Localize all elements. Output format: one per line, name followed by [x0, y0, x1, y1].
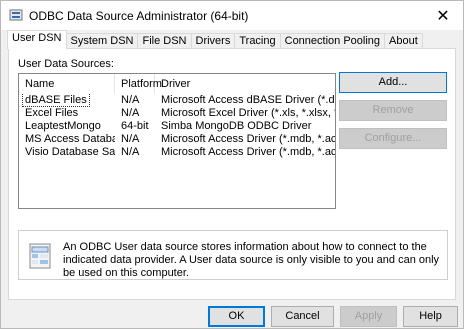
remove-button[interactable]: Remove: [339, 100, 447, 121]
column-header-platform[interactable]: Platform: [115, 74, 162, 94]
tab-tracing[interactable]: Tracing: [234, 33, 281, 49]
tab-strip: User DSN System DSN File DSN Drivers Tra…: [7, 30, 423, 49]
item-name: Excel Files: [25, 107, 79, 119]
apply-button[interactable]: Apply: [340, 306, 397, 327]
item-platform: 64-bit: [121, 120, 149, 132]
column-header-driver[interactable]: Driver: [155, 74, 335, 94]
tab-about[interactable]: About: [384, 33, 423, 49]
tab-connection-pooling[interactable]: Connection Pooling: [279, 33, 386, 49]
tab-system-dsn[interactable]: System DSN: [65, 33, 139, 49]
data-source-info-icon: [29, 243, 51, 269]
configure-button[interactable]: Configure...: [339, 128, 447, 149]
info-box: An ODBC User data source stores informat…: [18, 230, 448, 280]
item-driver: Microsoft Access Driver (*.mdb, *.accdb): [161, 133, 335, 145]
item-name: Visio Database Samples: [25, 146, 115, 158]
item-name: LeaptestMongo: [25, 120, 101, 132]
item-driver: Microsoft Access Driver (*.mdb, *.accdb): [161, 146, 335, 158]
user-data-sources-label: User Data Sources:: [18, 58, 114, 70]
list-item[interactable]: dBASE Files N/A Microsoft Access dBASE D…: [19, 94, 335, 107]
item-platform: N/A: [121, 94, 140, 106]
item-platform: N/A: [121, 133, 140, 145]
item-name: MS Access Database: [25, 133, 115, 145]
window-title: ODBC Data Source Administrator (64-bit): [29, 9, 249, 23]
add-button[interactable]: Add...: [339, 72, 447, 93]
cancel-button[interactable]: Cancel: [271, 306, 334, 327]
odbc-admin-window: ODBC Data Source Administrator (64-bit) …: [0, 0, 464, 329]
odbc-app-icon: [9, 9, 23, 21]
data-sources-list[interactable]: Name Platform Driver dBASE Files N/A Mic…: [18, 73, 336, 209]
item-driver: Microsoft Excel Driver (*.xls, *.xlsx, *…: [161, 107, 335, 119]
item-platform: N/A: [121, 107, 140, 119]
list-header: Name Platform Driver: [19, 74, 335, 94]
close-button[interactable]: ✕: [423, 1, 463, 30]
item-platform: N/A: [121, 146, 140, 158]
tab-drivers[interactable]: Drivers: [190, 33, 236, 49]
ok-button[interactable]: OK: [208, 306, 265, 327]
list-item[interactable]: Visio Database Samples N/A Microsoft Acc…: [19, 146, 335, 159]
item-driver: Simba MongoDB ODBC Driver: [161, 120, 312, 132]
title-bar[interactable]: ODBC Data Source Administrator (64-bit) …: [1, 1, 463, 30]
user-dsn-panel: User Data Sources: Name Platform Driver …: [8, 48, 456, 300]
list-item[interactable]: Excel Files N/A Microsoft Excel Driver (…: [19, 107, 335, 120]
help-button[interactable]: Help: [403, 306, 458, 327]
item-driver: Microsoft Access dBASE Driver (*.dbf, *.…: [161, 94, 335, 106]
item-name: dBASE Files: [19, 94, 115, 107]
tab-user-dsn[interactable]: User DSN: [7, 30, 67, 49]
info-text: An ODBC User data source stores informat…: [63, 241, 440, 279]
list-item[interactable]: MS Access Database N/A Microsoft Access …: [19, 133, 335, 146]
list-item[interactable]: LeaptestMongo 64-bit Simba MongoDB ODBC …: [19, 120, 335, 133]
tab-file-dsn[interactable]: File DSN: [137, 33, 192, 49]
column-header-name[interactable]: Name: [19, 74, 115, 94]
